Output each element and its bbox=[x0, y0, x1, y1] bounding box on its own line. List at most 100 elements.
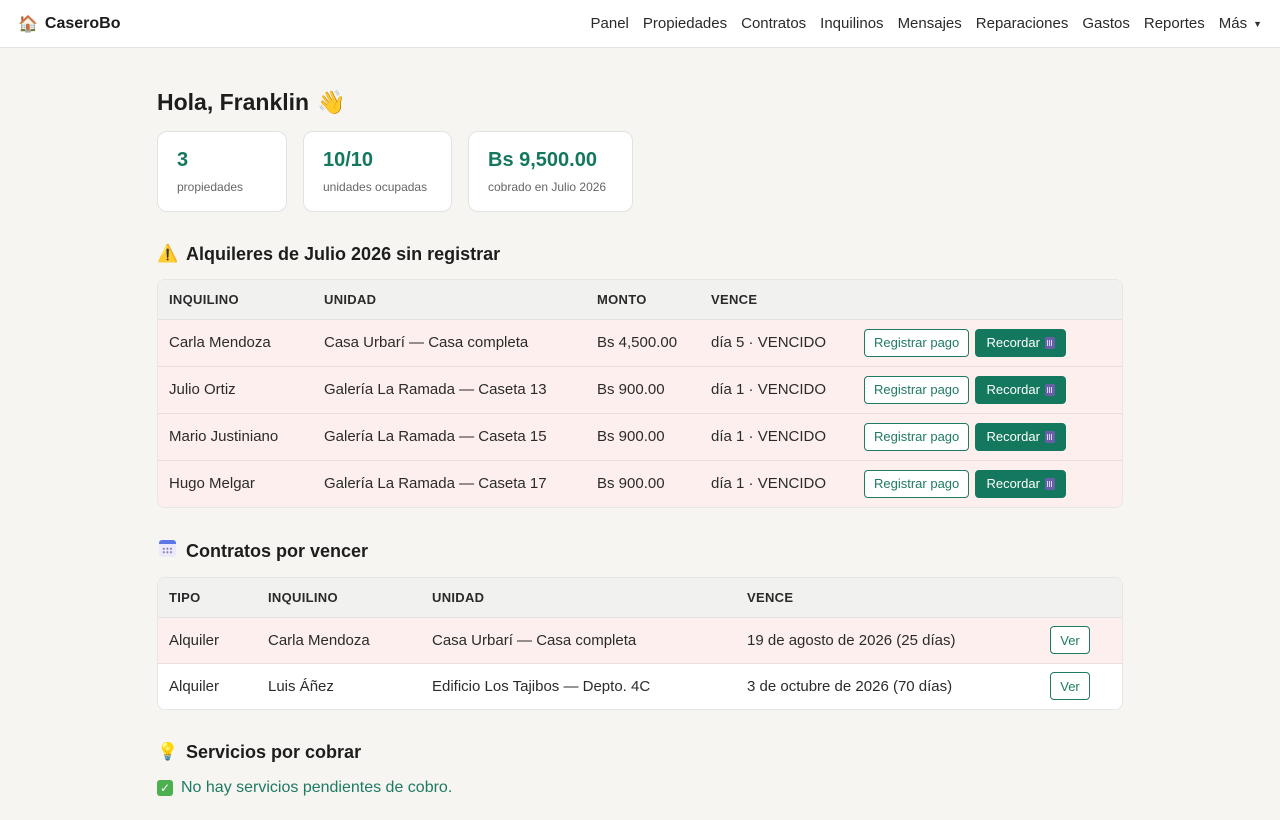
unit-cell: Galería La Ramada — Caseta 15 bbox=[313, 413, 586, 461]
nav-item-panel[interactable]: Panel bbox=[591, 15, 629, 32]
main-nav: Panel Propiedades Contratos Inquilinos M… bbox=[591, 15, 1262, 32]
nav-item-gastos[interactable]: Gastos bbox=[1082, 15, 1130, 32]
brand-logo[interactable]: 🏠 CaseroBo bbox=[18, 14, 121, 34]
top-navbar: 🏠 CaseroBo Panel Propiedades Contratos I… bbox=[0, 0, 1280, 48]
actions-cell: Ver bbox=[1039, 617, 1122, 664]
stat-label: propiedades bbox=[177, 180, 244, 194]
section-title-contracts: Contratos por vencer bbox=[157, 539, 1123, 563]
column-header-actions bbox=[853, 280, 1122, 320]
tenant-cell: Hugo Melgar bbox=[158, 460, 313, 507]
section-title-text: Contratos por vencer bbox=[186, 540, 369, 561]
column-header-tenant: INQUILINO bbox=[158, 280, 313, 320]
stat-value: 10/10 bbox=[323, 149, 374, 171]
nav-item-mensajes[interactable]: Mensajes bbox=[898, 15, 962, 32]
nav-item-inquilinos[interactable]: Inquilinos bbox=[820, 15, 883, 32]
table-row: Carla Mendoza Casa Urbarí — Casa complet… bbox=[158, 319, 1122, 367]
table-row: Alquiler Carla Mendoza Casa Urbarí — Cas… bbox=[158, 617, 1122, 664]
greeting-text: Hola, Franklin bbox=[157, 88, 310, 115]
column-header-unit: UNIDAD bbox=[421, 578, 736, 618]
column-header-tenant: INQUILINO bbox=[257, 578, 421, 618]
nav-more-dropdown[interactable]: Más ▼ bbox=[1219, 15, 1262, 32]
remind-label: Recordar bbox=[986, 476, 1040, 492]
tenant-cell: Julio Ortiz bbox=[158, 366, 313, 414]
unit-cell: Casa Urbarí — Casa completa bbox=[313, 319, 586, 367]
column-header-actions bbox=[1039, 578, 1122, 618]
brand-name: CaseroBo bbox=[44, 14, 121, 32]
page-title: Hola, Franklin 👋 bbox=[157, 88, 1123, 116]
stat-label: unidades ocupadas bbox=[323, 180, 428, 194]
caret-down-icon: ▼ bbox=[1253, 18, 1262, 29]
house-icon: 🏠 bbox=[18, 15, 38, 33]
table-row: Julio Ortiz Galería La Ramada — Caseta 1… bbox=[158, 366, 1122, 414]
mobile-message-icon bbox=[1044, 383, 1055, 396]
due-cell: día 1 · VENCIDO bbox=[700, 460, 853, 507]
table-row: Mario Justiniano Galería La Ramada — Cas… bbox=[158, 413, 1122, 461]
remind-button[interactable]: Recordar bbox=[975, 328, 1066, 357]
amount-cell: Bs 900.00 bbox=[586, 413, 700, 461]
mobile-message-icon bbox=[1044, 477, 1055, 490]
services-empty-state: ✓ No hay servicios pendientes de cobro. bbox=[157, 779, 1123, 797]
register-payment-button[interactable]: Registrar pago bbox=[864, 328, 970, 357]
due-cell: 19 de agosto de 2026 (25 días) bbox=[736, 617, 1039, 664]
unit-cell: Edificio Los Tajibos — Depto. 4C bbox=[421, 663, 736, 709]
table-row: Hugo Melgar Galería La Ramada — Caseta 1… bbox=[158, 460, 1122, 507]
view-contract-button[interactable]: Ver bbox=[1050, 672, 1090, 701]
actions-cell: Ver bbox=[1039, 663, 1122, 709]
actions-cell: Registrar pago Recordar bbox=[853, 413, 1122, 461]
tenant-cell: Carla Mendoza bbox=[257, 617, 421, 664]
calendar-icon-wrap bbox=[157, 540, 177, 562]
unregistered-rent-table: INQUILINO UNIDAD MONTO VENCE Carla Mendo… bbox=[157, 279, 1123, 508]
due-cell: día 5 · VENCIDO bbox=[700, 319, 853, 367]
unit-cell: Galería La Ramada — Caseta 17 bbox=[313, 460, 586, 507]
column-header-due: VENCE bbox=[736, 578, 1039, 618]
due-cell: 3 de octubre de 2026 (70 días) bbox=[736, 663, 1039, 709]
stat-label: cobrado en Julio 2026 bbox=[488, 180, 607, 194]
warning-icon: ⚠️ bbox=[157, 244, 179, 263]
section-title-text: Servicios por cobrar bbox=[186, 741, 362, 762]
nav-item-propiedades[interactable]: Propiedades bbox=[643, 15, 727, 32]
remind-button[interactable]: Recordar bbox=[975, 422, 1066, 451]
actions-cell: Registrar pago Recordar bbox=[853, 319, 1122, 367]
type-cell: Alquiler bbox=[158, 663, 257, 709]
stats-row: 3 propiedades 10/10 unidades ocupadas Bs… bbox=[157, 131, 1123, 212]
type-cell: Alquiler bbox=[158, 617, 257, 664]
nav-item-reportes[interactable]: Reportes bbox=[1144, 15, 1205, 32]
section-title-services: 💡 Servicios por cobrar bbox=[157, 740, 1123, 764]
tenant-cell: Carla Mendoza bbox=[158, 319, 313, 367]
remind-button[interactable]: Recordar bbox=[975, 469, 1066, 498]
section-title-unregistered: ⚠️ Alquileres de Julio 2026 sin registra… bbox=[157, 242, 1123, 266]
due-cell: día 1 · VENCIDO bbox=[700, 413, 853, 461]
nav-more-label: Más bbox=[1218, 15, 1248, 32]
stat-value: 3 bbox=[177, 149, 189, 171]
stat-card-properties: 3 propiedades bbox=[157, 131, 287, 212]
register-payment-button[interactable]: Registrar pago bbox=[864, 375, 970, 404]
stat-value: Bs 9,500.00 bbox=[488, 149, 597, 171]
table-row: Alquiler Luis Áñez Edificio Los Tajibos … bbox=[158, 663, 1122, 709]
expiring-contracts-table: TIPO INQUILINO UNIDAD VENCE Alquiler Car… bbox=[157, 577, 1123, 710]
register-payment-button[interactable]: Registrar pago bbox=[864, 469, 970, 498]
check-mark-icon: ✓ bbox=[157, 780, 173, 796]
empty-message: No hay servicios pendientes de cobro. bbox=[181, 779, 453, 796]
calendar-icon bbox=[158, 540, 176, 557]
remind-button[interactable]: Recordar bbox=[975, 375, 1066, 404]
dashboard-main: Hola, Franklin 👋 3 propiedades 10/10 uni… bbox=[157, 48, 1123, 797]
remind-label: Recordar bbox=[986, 429, 1040, 444]
actions-cell: Registrar pago Recordar bbox=[853, 460, 1122, 507]
section-title-text: Alquileres de Julio 2026 sin registrar bbox=[186, 243, 501, 264]
column-header-due: VENCE bbox=[700, 280, 853, 320]
amount-cell: Bs 900.00 bbox=[586, 366, 700, 414]
unit-cell: Galería La Ramada — Caseta 13 bbox=[313, 366, 586, 414]
stat-card-units: 10/10 unidades ocupadas bbox=[303, 131, 452, 212]
tenant-cell: Mario Justiniano bbox=[158, 413, 313, 461]
column-header-type: TIPO bbox=[158, 578, 257, 618]
nav-item-contratos[interactable]: Contratos bbox=[741, 15, 806, 32]
register-payment-button[interactable]: Registrar pago bbox=[864, 422, 970, 451]
nav-item-reparaciones[interactable]: Reparaciones bbox=[976, 15, 1069, 32]
unit-cell: Casa Urbarí — Casa completa bbox=[421, 617, 736, 664]
view-contract-button[interactable]: Ver bbox=[1050, 626, 1090, 654]
column-header-amount: MONTO bbox=[586, 280, 700, 320]
lightbulb-icon: 💡 bbox=[157, 742, 179, 761]
column-header-unit: UNIDAD bbox=[313, 280, 586, 320]
amount-cell: Bs 4,500.00 bbox=[586, 319, 700, 367]
amount-cell: Bs 900.00 bbox=[586, 460, 700, 507]
